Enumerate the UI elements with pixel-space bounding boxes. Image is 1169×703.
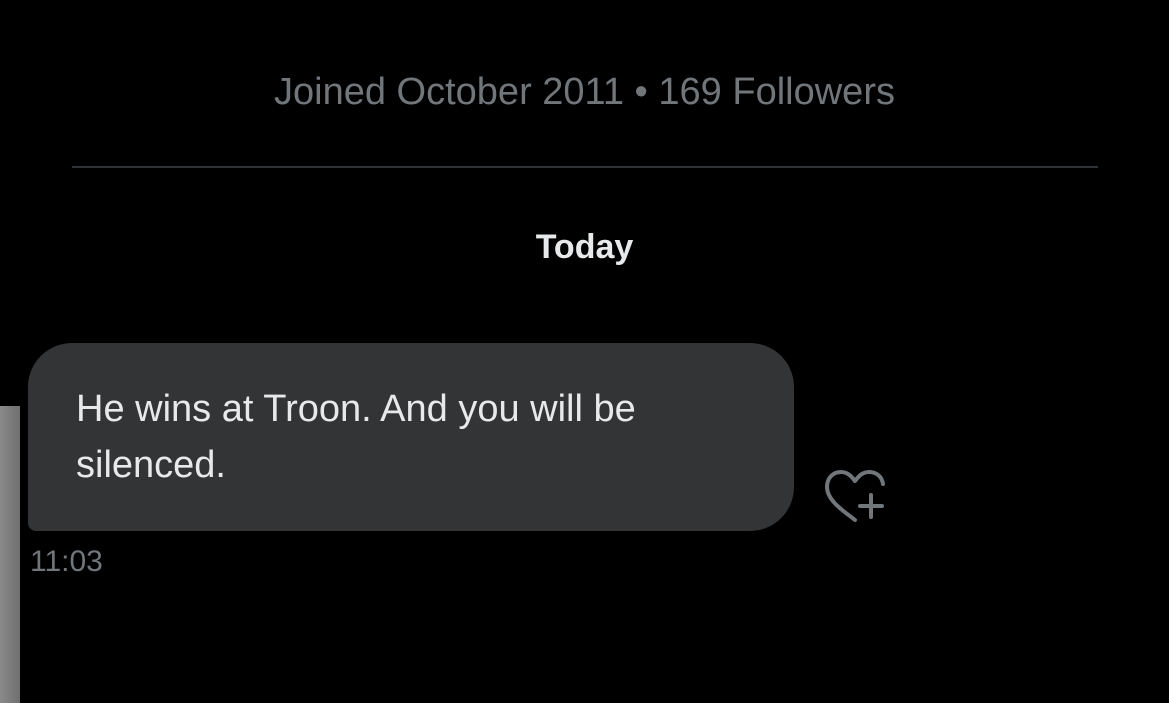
message-timestamp: 11:03 [30,545,103,578]
left-edge-strip [0,406,20,703]
profile-joined-followers: Joined October 2011 • 169 Followers [274,71,895,113]
add-reaction-button[interactable] [822,468,890,524]
profile-divider [72,166,1098,168]
message-text: He wins at Troon. And you will be silenc… [76,388,636,486]
date-separator: Today [535,228,634,266]
heart-plus-icon [825,470,885,522]
message-bubble[interactable]: He wins at Troon. And you will be silenc… [28,343,794,531]
